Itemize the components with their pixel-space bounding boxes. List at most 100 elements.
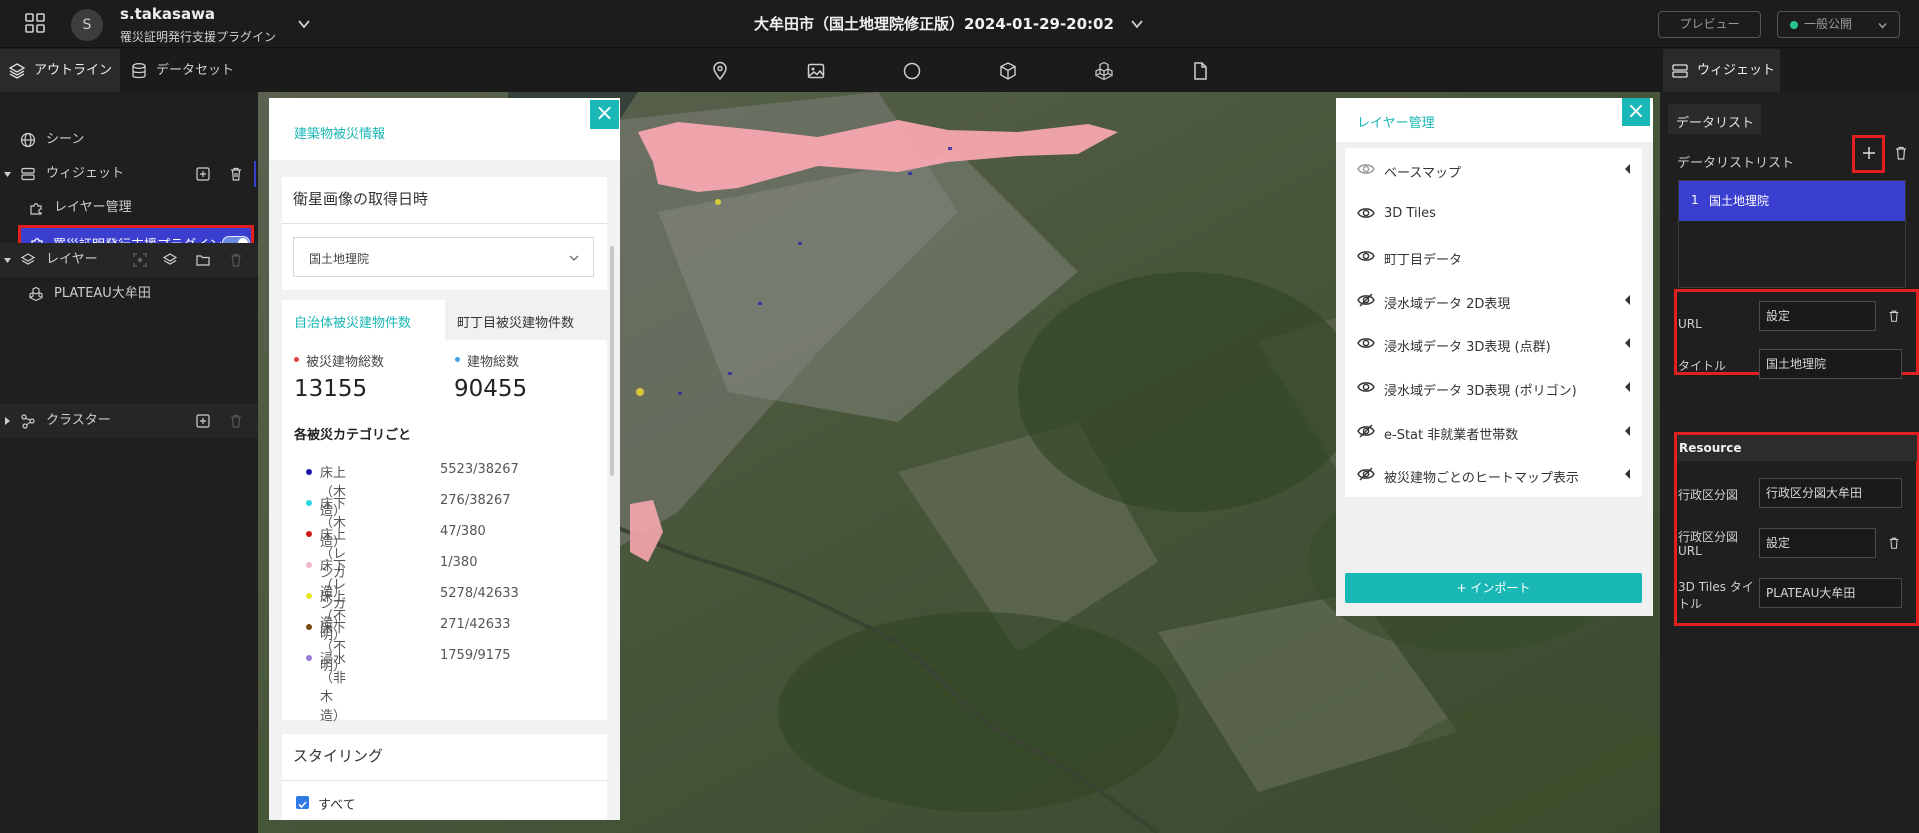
datalist-header: データリストリスト <box>1677 156 1795 171</box>
top-bar: S s.takasawa 罹災証明発行支援プラグイン 大牟田市（国土地理院修正版… <box>0 0 1919 48</box>
layer-item[interactable]: 被災建物ごとのヒートマップ表示 <box>1345 453 1642 498</box>
caret-down-icon[interactable] <box>4 171 11 178</box>
preview-button[interactable]: プレビュー <box>1658 11 1761 38</box>
layer-item-label: 浸水域データ 3D表現 (ポリゴン) <box>1384 384 1577 399</box>
trash-icon[interactable] <box>1887 309 1901 323</box>
trash-icon[interactable] <box>228 252 244 268</box>
image-icon[interactable] <box>806 61 826 81</box>
eye-icon[interactable] <box>1357 249 1375 263</box>
damaged-value: 13155 <box>294 376 368 402</box>
layer-item-label: ベースマップ <box>1384 166 1461 181</box>
add-cluster-icon[interactable] <box>195 413 211 429</box>
datalist-item[interactable]: 1 国土地理院 <box>1679 181 1905 221</box>
tab-widget-label: ウィジェット <box>1697 63 1776 78</box>
add-widget-icon[interactable] <box>195 166 211 182</box>
caret-left-icon[interactable] <box>1625 425 1630 436</box>
close-info-panel-button[interactable]: × <box>590 100 619 129</box>
eye-off-icon[interactable] <box>1357 424 1375 438</box>
scene-chevron-down-icon[interactable] <box>1130 17 1144 31</box>
tab-widget[interactable]: ウィジェット <box>1663 49 1780 92</box>
cubes-icon[interactable] <box>1094 61 1114 81</box>
category-name: 浸水（非木造） <box>320 652 347 724</box>
pin-icon[interactable] <box>710 61 730 81</box>
layer-item[interactable]: 町丁目データ <box>1345 235 1642 280</box>
category-value: 276/38267 <box>440 493 511 508</box>
admin-url-label-2: URL <box>1678 544 1702 558</box>
eye-off-icon[interactable] <box>1357 293 1375 307</box>
caret-left-icon[interactable] <box>1625 294 1630 305</box>
category-bullet <box>306 624 312 630</box>
project-chevron-down-icon[interactable] <box>297 17 311 31</box>
outline-item-plateau[interactable]: PLATEAU大牟田 <box>0 277 258 311</box>
circle-icon[interactable] <box>902 61 922 81</box>
avatar[interactable]: S <box>71 9 103 41</box>
panel-header: 建築物被災情報 <box>269 98 620 160</box>
app-grid-icon[interactable] <box>24 12 46 34</box>
tiles-title-input[interactable]: PLATEAU大牟田 <box>1759 578 1902 608</box>
caret-left-icon[interactable] <box>1625 469 1630 480</box>
add-layer-icon[interactable] <box>162 252 178 268</box>
widget-panel: データリスト データリストリスト 1 国土地理院 URL 設定 タイトル 国土地… <box>1660 92 1919 833</box>
file-icon[interactable] <box>1190 61 1210 81</box>
acquisition-select[interactable]: 国土地理院 <box>293 237 594 277</box>
eye-icon[interactable] <box>1357 336 1375 350</box>
layer-item[interactable]: ベースマップ <box>1345 148 1642 192</box>
folder-icon[interactable] <box>195 252 211 268</box>
caret-left-icon[interactable] <box>1625 164 1630 174</box>
trash-icon[interactable] <box>1887 536 1901 550</box>
box-icon[interactable] <box>998 61 1018 81</box>
category-value: 5523/38267 <box>440 462 519 477</box>
url-input[interactable]: 設定 <box>1759 301 1876 331</box>
trash-icon[interactable] <box>228 166 244 182</box>
title-input[interactable]: 国土地理院 <box>1759 349 1902 379</box>
tab-town[interactable]: 町丁目被災建物件数 <box>445 300 607 340</box>
cluster-add-icon[interactable] <box>132 252 148 268</box>
tab-dataset[interactable]: データセット <box>122 49 242 92</box>
outline-section-layer[interactable]: レイヤー <box>0 243 258 277</box>
category-value: 1/380 <box>440 555 478 570</box>
add-icon[interactable] <box>1861 145 1877 161</box>
layer-item[interactable]: 浸水域データ 2D表現 <box>1345 278 1642 323</box>
info-panel-scrollbar[interactable] <box>610 246 614 476</box>
acquisition-select-value: 国土地理院 <box>309 252 370 266</box>
layer-item[interactable]: 浸水域データ 3D表現 (ポリゴン) <box>1345 366 1642 410</box>
cubes-icon <box>29 286 43 302</box>
eye-icon[interactable] <box>1357 206 1375 220</box>
resource-header: Resource <box>1677 435 1917 461</box>
tab-municipal[interactable]: 自治体被災建物件数 <box>282 300 445 340</box>
eye-icon[interactable] <box>1357 380 1375 394</box>
category-bullet <box>306 562 312 568</box>
outline-item-scene[interactable]: シーン <box>0 123 258 157</box>
outline-section-cluster[interactable]: クラスター <box>0 404 258 438</box>
eye-icon[interactable] <box>1357 162 1375 176</box>
styling-all-checkbox[interactable] <box>296 796 309 809</box>
layer-item[interactable]: e-Stat 非就業者世帯数 <box>1345 409 1642 454</box>
category-value: 271/42633 <box>440 617 511 632</box>
publish-button[interactable]: 一般公開 <box>1777 11 1900 38</box>
tiles-title-label-1: 3D Tiles タイ <box>1678 580 1754 594</box>
tab-datalist[interactable]: データリスト <box>1668 104 1761 134</box>
caret-left-icon[interactable] <box>1625 338 1630 349</box>
trash-icon[interactable] <box>1893 145 1909 161</box>
import-button[interactable]: + インポート <box>1345 573 1642 603</box>
caret-down-icon[interactable] <box>4 257 11 264</box>
close-layer-panel-button[interactable]: × <box>1622 98 1650 126</box>
admin-map-input[interactable]: 行政区分図大牟田 <box>1759 478 1902 508</box>
layer-panel-header: レイヤー管理 <box>1336 98 1653 142</box>
layer-item-label: 浸水域データ 3D表現 (点群) <box>1384 340 1551 356</box>
layer-item[interactable]: 浸水域データ 3D表現 (点群) <box>1345 322 1642 367</box>
stats-card: 自治体被災建物件数 町丁目被災建物件数 被災建物総数 13155 建物総数 90… <box>282 300 607 724</box>
admin-url-input[interactable]: 設定 <box>1759 528 1876 558</box>
outline-section-widget[interactable]: ウィジェット <box>0 157 258 191</box>
layer-item[interactable]: 3D Tiles <box>1345 191 1642 236</box>
divider <box>282 780 607 781</box>
damaged-dot <box>294 357 299 362</box>
caret-right-icon[interactable] <box>4 417 11 425</box>
outline-item-layer-manage[interactable]: レイヤー管理 <box>0 191 258 225</box>
sub-toolbar: アウトライン データセット ウィジェット <box>0 49 1919 92</box>
trash-icon[interactable] <box>228 413 244 429</box>
tab-outline[interactable]: アウトライン <box>0 49 120 92</box>
caret-left-icon[interactable] <box>1625 382 1630 392</box>
widget-icon <box>1672 64 1688 78</box>
eye-off-icon[interactable] <box>1357 467 1375 481</box>
